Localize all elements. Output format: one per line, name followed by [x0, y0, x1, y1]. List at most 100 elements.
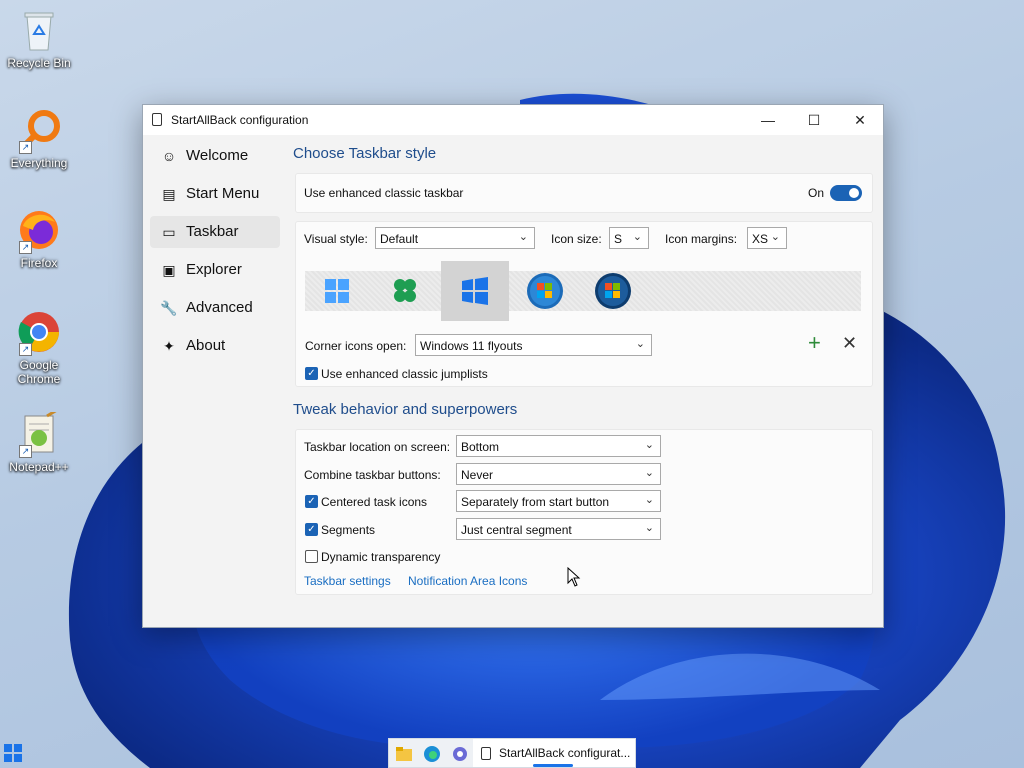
- startallback-config-window: StartAllBack configuration — ☐ ✕ ☺ Welco…: [142, 104, 884, 628]
- desktop-icon-firefox[interactable]: ↗ Firefox: [3, 208, 75, 270]
- dynamic-transparency-checkbox[interactable]: [305, 550, 318, 563]
- icon-size-dropdown[interactable]: S ⌄: [609, 227, 649, 249]
- windows-11-icon: [325, 279, 349, 303]
- notification-area-icons-link[interactable]: Notification Area Icons: [408, 574, 527, 588]
- taskbar-location-value: Bottom: [461, 440, 500, 454]
- icon-margins-dropdown[interactable]: XS ⌄: [747, 227, 787, 249]
- corner-icons-dropdown[interactable]: Windows 11 flyouts ⌄: [415, 334, 652, 356]
- corner-icons-label: Corner icons open:: [305, 339, 407, 353]
- desktop-icon-label: Everything: [10, 156, 68, 170]
- app-icon: [481, 747, 491, 760]
- everything-search-icon: ↗: [17, 108, 61, 154]
- icon-margins-value: XS: [752, 232, 769, 246]
- dynamic-transparency-label: Dynamic transparency: [321, 550, 441, 564]
- chevron-down-icon: ⌄: [644, 522, 654, 534]
- jumplists-label: Use enhanced classic jumplists: [321, 367, 488, 381]
- chrome-icon: ↗: [17, 310, 61, 356]
- style-option-clover[interactable]: [373, 271, 437, 311]
- jumplists-checkbox[interactable]: ✓: [305, 367, 318, 380]
- centered-icons-dropdown[interactable]: Separately from start button ⌄: [456, 490, 661, 512]
- taskbar-button-label: StartAllBack configurat...: [499, 746, 631, 760]
- style-option-windows-10[interactable]: [441, 261, 509, 321]
- wrench-icon: 🔧: [160, 300, 178, 316]
- desktop-icon-everything[interactable]: ↗ Everything: [3, 108, 75, 170]
- clover-icon: [394, 279, 416, 302]
- segments-value: Just central segment: [461, 523, 572, 537]
- shortcut-arrow-icon: ↗: [19, 241, 32, 254]
- windows-7-orb-icon: [527, 273, 563, 309]
- desktop-icon-label: Recycle Bin: [7, 56, 71, 70]
- taskbar-location-dropdown[interactable]: Bottom ⌄: [456, 435, 661, 457]
- desktop-icon-label: Google Chrome: [17, 358, 61, 386]
- taskbar-style-gallery: [305, 261, 861, 321]
- desktop-icon-recycle-bin[interactable]: Recycle Bin: [3, 8, 75, 70]
- icon-size-label: Icon size:: [551, 232, 602, 246]
- toggle-state-label: On: [808, 186, 825, 200]
- style-option-windows-vista[interactable]: [591, 271, 655, 311]
- icon-size-value: S: [614, 232, 623, 246]
- sidebar-item-welcome[interactable]: ☺ Welcome: [150, 140, 280, 172]
- minimize-button[interactable]: —: [745, 105, 791, 135]
- app-icon: [152, 113, 162, 126]
- toggle-knob: [849, 188, 859, 198]
- windows-vista-orb-icon: [595, 273, 631, 309]
- about-icon: ✦: [163, 338, 175, 354]
- centered-icons-checkbox[interactable]: ✓: [305, 495, 318, 508]
- desktop-icon-label: Firefox: [20, 256, 58, 270]
- edge-icon[interactable]: [423, 745, 441, 763]
- sidebar-item-about[interactable]: ✦ About: [150, 330, 280, 362]
- sidebar: ☺ Welcome ▤ Start Menu ▭ Taskbar ▣ Explo…: [143, 135, 288, 625]
- chevron-down-icon: ⌄: [770, 231, 780, 243]
- title-bar[interactable]: StartAllBack configuration — ☐ ✕: [143, 105, 883, 135]
- enhanced-taskbar-card: Use enhanced classic taskbar On: [295, 173, 873, 213]
- chevron-down-icon: ⌄: [644, 467, 654, 479]
- sidebar-item-explorer[interactable]: ▣ Explorer: [150, 254, 280, 286]
- combine-buttons-value: Never: [461, 468, 494, 482]
- sidebar-item-label: Start Menu: [186, 185, 260, 202]
- notepadpp-icon: ↗: [17, 408, 61, 458]
- start-menu-icon: ▤: [162, 186, 176, 202]
- mouse-cursor-icon: [567, 567, 581, 587]
- maximize-button[interactable]: ☐: [791, 105, 837, 135]
- combine-buttons-dropdown[interactable]: Never ⌄: [456, 463, 661, 485]
- chevron-down-icon: ⌄: [644, 439, 654, 451]
- taskbar-settings-link[interactable]: Taskbar settings: [304, 574, 391, 588]
- visual-style-label: Visual style:: [304, 232, 368, 246]
- shortcut-arrow-icon: ↗: [19, 343, 32, 356]
- start-button-icon[interactable]: [4, 744, 22, 762]
- add-icon[interactable]: +: [808, 330, 821, 356]
- taskbar-icon: ▭: [162, 224, 176, 240]
- enhanced-taskbar-toggle[interactable]: [830, 185, 862, 201]
- sidebar-item-taskbar[interactable]: ▭ Taskbar: [150, 216, 280, 248]
- file-explorer-icon[interactable]: [395, 745, 413, 763]
- segments-dropdown[interactable]: Just central segment ⌄: [456, 518, 661, 540]
- style-option-windows-7[interactable]: [523, 271, 587, 311]
- combine-buttons-label: Combine taskbar buttons:: [304, 468, 441, 482]
- remove-icon[interactable]: ✕: [842, 333, 857, 354]
- taskbar-button-startallback[interactable]: StartAllBack configurat...: [473, 739, 635, 767]
- segments-checkbox[interactable]: ✓: [305, 523, 318, 536]
- visual-style-value: Default: [380, 232, 419, 246]
- sidebar-item-advanced[interactable]: 🔧 Advanced: [150, 292, 280, 324]
- segments-label: Segments: [321, 523, 376, 537]
- control-panel-icon[interactable]: [451, 745, 469, 763]
- shortcut-arrow-icon: ↗: [19, 445, 32, 458]
- enhanced-taskbar-label: Use enhanced classic taskbar: [304, 186, 464, 200]
- sidebar-item-label: Explorer: [186, 261, 242, 278]
- sidebar-item-label: About: [186, 337, 226, 354]
- taskbar-app-group: StartAllBack configurat...: [388, 738, 636, 768]
- style-option-windows-11[interactable]: [305, 271, 369, 311]
- visual-style-dropdown[interactable]: Default ⌄: [375, 227, 535, 249]
- taskbar-location-label: Taskbar location on screen:: [304, 440, 451, 454]
- sidebar-item-start-menu[interactable]: ▤ Start Menu: [150, 178, 280, 210]
- icon-margins-label: Icon margins:: [665, 232, 738, 246]
- centered-icons-label: Centered task icons: [321, 495, 428, 509]
- chevron-down-icon: ⌄: [632, 231, 642, 243]
- desktop-icon-chrome[interactable]: ↗ Google Chrome: [3, 310, 75, 386]
- firefox-icon: ↗: [17, 208, 61, 254]
- desktop-icon-notepadpp[interactable]: ↗ Notepad++: [3, 408, 75, 474]
- shortcut-arrow-icon: ↗: [19, 141, 32, 154]
- close-button[interactable]: ✕: [837, 105, 883, 135]
- sidebar-item-label: Taskbar: [186, 223, 239, 240]
- section-heading-taskbar-style: Choose Taskbar style: [293, 145, 437, 162]
